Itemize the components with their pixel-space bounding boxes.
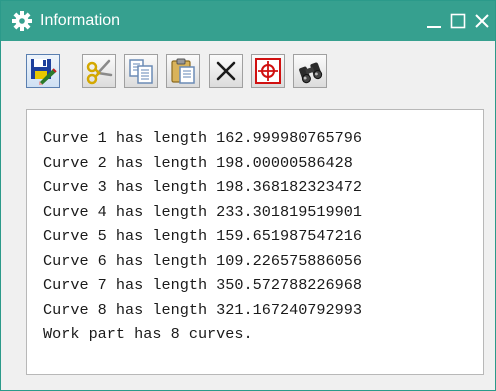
close-button[interactable] [469,7,495,35]
info-line: Curve 3 has length 198.368182323472 [43,178,362,196]
information-text-area[interactable]: Curve 1 has length 162.999980765796 Curv… [26,109,484,375]
save-info-button[interactable] [26,54,60,88]
gear-icon [11,10,33,32]
maximize-button[interactable] [445,7,471,35]
minimize-icon [427,26,441,28]
delete-button[interactable] [209,54,243,88]
window-title: Information [40,12,121,29]
info-line: Work part has 8 curves. [43,325,253,343]
copy-button[interactable] [124,54,158,88]
binoculars-icon [299,62,323,84]
copy-icon [129,59,153,84]
paste-button[interactable] [166,54,200,88]
crosshair-icon [255,58,281,84]
select-point-button[interactable] [251,54,285,88]
information-window: Information Curve 1 has length 162.99998… [0,0,496,391]
info-line: Curve 7 has length 350.572788226968 [43,276,362,294]
info-line: Curve 4 has length 233.301819519901 [43,202,362,221]
cut-icon [86,59,113,85]
save-info-icon [31,59,57,85]
paste-icon [171,58,195,84]
info-line: Curve 1 has length 162.999980765796 [43,129,362,147]
find-button[interactable] [293,54,327,88]
close-icon [475,14,489,28]
info-line: Curve 5 has length 159.651987547216 [43,227,362,245]
toolbar [1,41,495,101]
minimize-button[interactable] [421,7,447,35]
info-line: Curve 2 has length 198.00000586428 [43,153,353,172]
title-bar[interactable]: Information [1,1,495,41]
cut-button[interactable] [82,54,116,88]
info-lines: Curve 1 has length 162.999980765796 Curv… [43,126,362,347]
delete-icon [216,61,236,81]
maximize-icon [450,13,466,29]
info-line: Curve 8 has length 321.167240792993 [43,300,362,319]
info-line: Curve 6 has length 109.226575886056 [43,251,362,270]
